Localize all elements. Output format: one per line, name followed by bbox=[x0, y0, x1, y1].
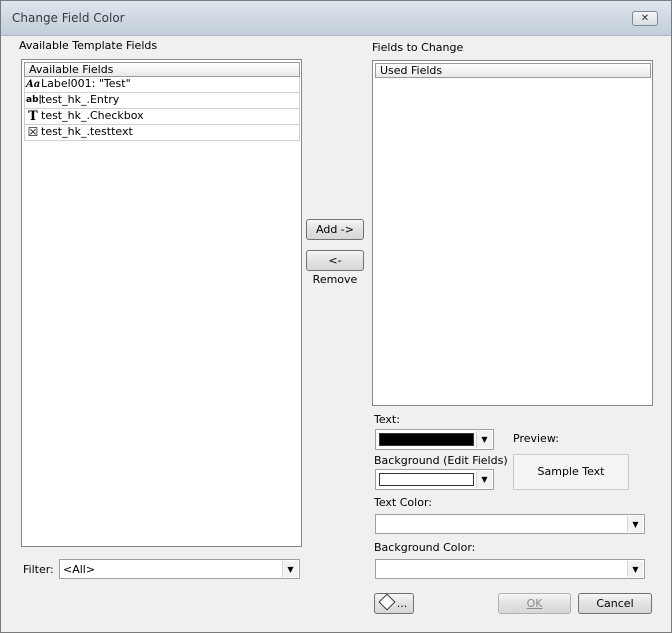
add-button[interactable]: Add -> bbox=[306, 219, 364, 240]
cancel-button[interactable]: Cancel bbox=[578, 593, 652, 614]
title-bar: Change Field Color ✕ bbox=[1, 1, 671, 36]
cancel-label: Cancel bbox=[596, 597, 634, 610]
list-item-label: test_hk_.Entry bbox=[41, 93, 120, 106]
chevron-down-icon: ▼ bbox=[476, 431, 492, 448]
chevron-down-icon: ▼ bbox=[627, 561, 643, 577]
text-color-swatch bbox=[379, 433, 474, 446]
ok-button[interactable]: OK bbox=[498, 593, 571, 614]
remove-button[interactable]: <- Remove bbox=[306, 250, 364, 286]
change-field-color-dialog: Change Field Color ✕ Available Template … bbox=[0, 0, 672, 633]
used-fields-list[interactable]: Used Fields bbox=[372, 60, 653, 406]
preview-label: Preview: bbox=[513, 432, 559, 445]
preview-sample-text: Sample Text bbox=[537, 465, 605, 478]
list-item-label: test_hk_.Checkbox bbox=[41, 109, 144, 122]
chevron-down-icon: ▼ bbox=[627, 516, 643, 532]
background-color-swatch bbox=[379, 473, 474, 486]
chevron-down-icon: ▼ bbox=[476, 471, 492, 488]
available-fields-column-header[interactable]: Available Fields bbox=[24, 62, 300, 77]
filter-value: <All> bbox=[63, 563, 96, 576]
list-item[interactable]: T test_hk_.Checkbox bbox=[24, 109, 300, 125]
background-color-dropdown[interactable]: ▼ bbox=[375, 559, 645, 579]
dialog-title: Change Field Color bbox=[12, 11, 125, 25]
filter-label: Filter: bbox=[23, 563, 54, 576]
used-fields-column-header[interactable]: Used Fields bbox=[375, 63, 651, 78]
fields-to-change-label: Fields to Change bbox=[372, 41, 464, 54]
list-item-label: Label001: "Test" bbox=[41, 77, 131, 90]
checkbox-icon: ☒ bbox=[27, 125, 39, 139]
paint-bucket-icon bbox=[378, 593, 396, 611]
entry-field-icon: ab| bbox=[26, 95, 42, 105]
background-edit-fields-label: Background (Edit Fields) bbox=[374, 454, 508, 467]
list-item-label: test_hk_.testtext bbox=[41, 125, 133, 138]
close-button[interactable]: ✕ bbox=[632, 11, 658, 26]
text-label-icon: Aa bbox=[26, 79, 41, 90]
color-picker-label: ... bbox=[396, 597, 408, 610]
list-item[interactable]: ab| test_hk_.Entry bbox=[24, 93, 300, 109]
filter-dropdown[interactable]: <All> ▼ bbox=[59, 559, 300, 579]
list-item[interactable]: ☒ test_hk_.testtext bbox=[24, 125, 300, 141]
text-color-label: Text Color: bbox=[374, 496, 432, 509]
text-color-swatch-dropdown[interactable]: ▼ bbox=[375, 429, 494, 450]
ok-label: OK bbox=[526, 597, 543, 610]
available-fields-list[interactable]: Available Fields Aa Label001: "Test" ab|… bbox=[21, 59, 302, 547]
preview-box: Sample Text bbox=[513, 454, 629, 490]
text-color-dropdown[interactable]: ▼ bbox=[375, 514, 645, 534]
background-color-swatch-dropdown[interactable]: ▼ bbox=[375, 469, 494, 490]
chevron-down-icon: ▼ bbox=[282, 561, 298, 577]
text-label: Text: bbox=[374, 413, 400, 426]
close-icon: ✕ bbox=[640, 13, 650, 24]
list-item[interactable]: Aa Label001: "Test" bbox=[24, 77, 300, 93]
background-color-label: Background Color: bbox=[374, 541, 476, 554]
text-field-icon: T bbox=[28, 109, 38, 124]
color-picker-button[interactable]: ... bbox=[374, 593, 414, 614]
available-template-fields-label: Available Template Fields bbox=[19, 39, 158, 52]
